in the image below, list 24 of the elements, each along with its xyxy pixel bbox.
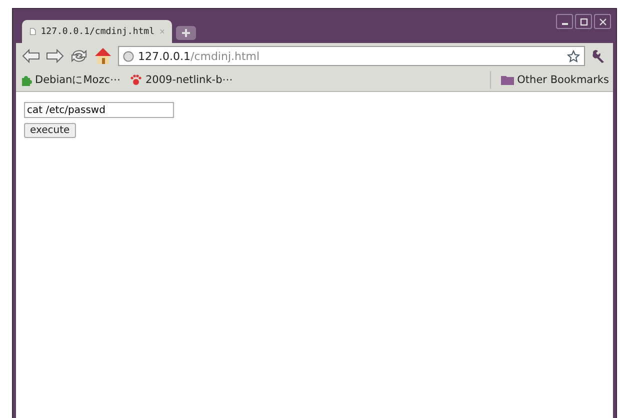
address-bar[interactable]: 127.0.0.1/cmdinj.html bbox=[118, 46, 585, 66]
maximize-icon bbox=[580, 18, 588, 26]
maximize-button[interactable] bbox=[575, 14, 592, 29]
minimize-button[interactable] bbox=[556, 14, 573, 29]
star-icon[interactable] bbox=[567, 50, 580, 62]
forward-icon[interactable] bbox=[46, 49, 64, 63]
execute-button[interactable]: execute bbox=[24, 123, 76, 138]
reload-icon[interactable] bbox=[70, 48, 88, 64]
puzzle-icon bbox=[20, 74, 32, 86]
home-icon[interactable] bbox=[94, 47, 112, 65]
close-button[interactable] bbox=[594, 14, 611, 29]
folder-icon bbox=[501, 75, 514, 85]
new-tab-button[interactable] bbox=[176, 26, 196, 40]
close-icon bbox=[598, 18, 606, 26]
browser-tab[interactable]: 127.0.0.1/cmdinj.html bbox=[22, 20, 172, 43]
other-bookmarks-item[interactable]: Other Bookmarks bbox=[501, 74, 609, 86]
command-field[interactable]: cat /etc/passwd bbox=[24, 102, 174, 118]
page-icon bbox=[30, 26, 36, 37]
paw-icon bbox=[130, 74, 142, 86]
bookmark-item[interactable]: DebianにMozc⋯ bbox=[20, 73, 120, 87]
plus-icon bbox=[182, 29, 190, 37]
back-icon[interactable] bbox=[22, 49, 40, 63]
wrench-icon[interactable] bbox=[591, 49, 607, 63]
bookmark-item[interactable]: 2009-netlink-b⋯ bbox=[130, 74, 233, 86]
